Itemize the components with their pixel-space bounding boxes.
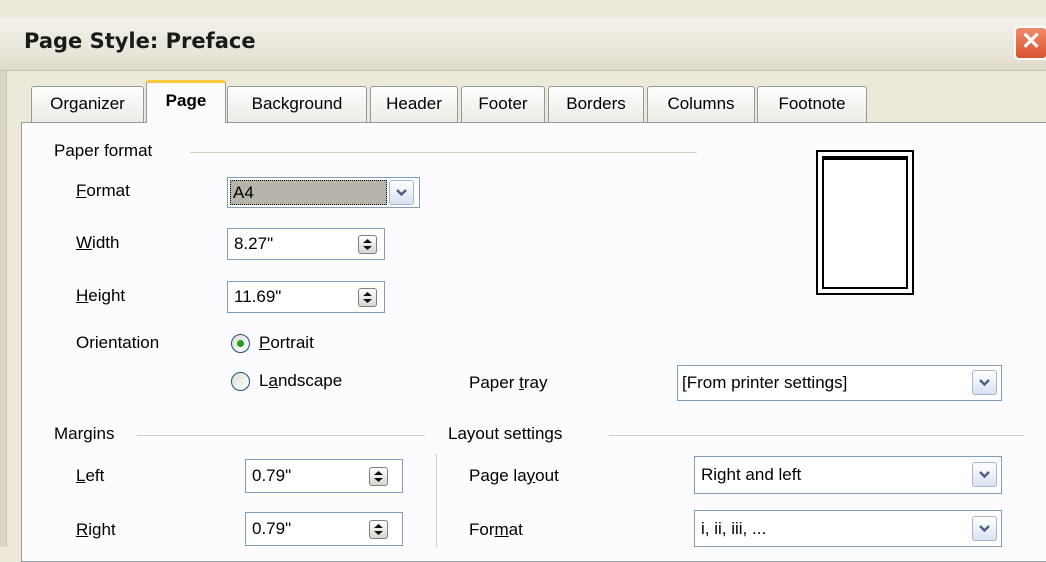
spin-arrows-icon bbox=[374, 524, 383, 535]
height-spin-button[interactable] bbox=[358, 288, 377, 307]
chevron-down-icon bbox=[396, 189, 407, 197]
landscape-label[interactable]: Landscape bbox=[259, 371, 342, 391]
spin-arrows-icon bbox=[363, 292, 372, 303]
window-title: Page Style: Preface bbox=[24, 29, 256, 53]
tab-footer[interactable]: Footer bbox=[461, 86, 545, 122]
format-select[interactable]: A4 bbox=[227, 177, 420, 208]
margin-left-spin-button[interactable] bbox=[369, 467, 388, 486]
page-layout-label: Page layout bbox=[469, 466, 559, 485]
layout-settings-divider bbox=[609, 435, 1024, 436]
portrait-radio[interactable] bbox=[231, 334, 250, 353]
paper-format-group-title: Paper format bbox=[54, 141, 153, 160]
tab-background[interactable]: Background bbox=[227, 86, 367, 122]
paper-format-divider bbox=[190, 152, 697, 153]
page-layout-select[interactable]: Right and left bbox=[694, 456, 1002, 494]
format-select-value: A4 bbox=[230, 180, 387, 205]
format-dropdown-button[interactable] bbox=[389, 180, 414, 205]
close-button[interactable]: ✕ bbox=[1014, 26, 1046, 60]
tab-page[interactable]: Page bbox=[146, 80, 226, 123]
width-label: Width bbox=[76, 233, 120, 252]
close-icon: ✕ bbox=[1020, 28, 1042, 55]
tab-borders[interactable]: Borders bbox=[548, 86, 644, 122]
chevron-down-icon bbox=[979, 379, 990, 387]
paper-tray-select[interactable]: [From printer settings] bbox=[677, 365, 1002, 401]
margins-group-title: Margins bbox=[54, 424, 115, 443]
paper-tray-dropdown-button[interactable] bbox=[972, 370, 997, 395]
numbering-format-select[interactable]: i, ii, iii, ... bbox=[694, 510, 1002, 547]
height-label: Height bbox=[76, 286, 126, 305]
margin-right-spin-button[interactable] bbox=[369, 520, 388, 539]
margin-right-label: Right bbox=[76, 520, 116, 539]
window-left-border bbox=[0, 18, 7, 547]
paper-tray-label: Paper tray bbox=[469, 373, 548, 392]
tab-header[interactable]: Header bbox=[370, 86, 458, 122]
margins-divider bbox=[137, 435, 425, 436]
tab-organizer[interactable]: Organizer bbox=[31, 86, 144, 122]
numbering-format-dropdown-button[interactable] bbox=[972, 516, 997, 541]
group-separator bbox=[436, 454, 437, 547]
spin-arrows-icon bbox=[363, 239, 372, 250]
chevron-down-icon bbox=[979, 525, 990, 533]
orientation-label: Orientation bbox=[76, 333, 160, 352]
margin-left-label: Left bbox=[76, 466, 105, 485]
page-preview bbox=[816, 150, 914, 295]
tab-columns[interactable]: Columns bbox=[647, 86, 755, 122]
landscape-radio[interactable] bbox=[231, 372, 250, 391]
portrait-label[interactable]: Portrait bbox=[259, 333, 314, 353]
spin-arrows-icon bbox=[374, 471, 383, 482]
format-label: Format bbox=[76, 181, 130, 200]
numbering-format-label: Format bbox=[469, 520, 523, 539]
layout-settings-group-title: Layout settings bbox=[448, 424, 563, 443]
page-layout-dropdown-button[interactable] bbox=[972, 462, 997, 487]
chevron-down-icon bbox=[979, 471, 990, 479]
tab-footnote[interactable]: Footnote bbox=[757, 86, 867, 122]
width-spin-button[interactable] bbox=[358, 235, 377, 254]
